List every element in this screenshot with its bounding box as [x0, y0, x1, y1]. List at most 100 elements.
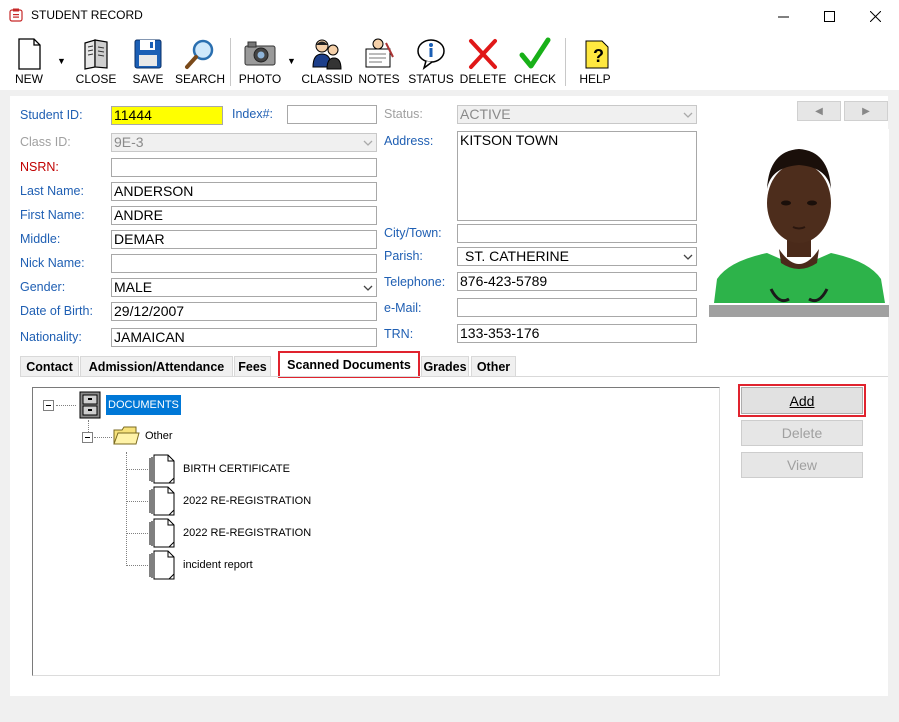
gender-select[interactable]: MALE	[111, 278, 377, 297]
title-bar: STUDENT RECORD	[0, 0, 899, 32]
camera-icon	[244, 41, 276, 66]
chevron-left-icon: ◀	[815, 105, 823, 117]
class-id-value: 9E-3	[114, 134, 144, 150]
dob-field[interactable]: 29/12/2007	[111, 302, 377, 321]
tab-other[interactable]: Other	[471, 356, 516, 376]
view-document-button[interactable]: View	[741, 452, 863, 478]
new-doc-icon	[18, 38, 41, 70]
tree-folder-other[interactable]: Other	[145, 430, 173, 442]
notes-button[interactable]: NOTES	[358, 32, 400, 90]
telephone-field[interactable]: 876-423-5789	[457, 272, 697, 291]
tab-admission-attendance[interactable]: Admission/Attendance	[80, 356, 233, 376]
student-photo	[709, 129, 889, 317]
close-book-icon	[84, 39, 108, 70]
parish-label: Parish:	[384, 249, 423, 263]
save-disk-icon	[134, 39, 162, 69]
check-button[interactable]: CHECK	[512, 32, 558, 90]
chevron-down-icon[interactable]	[360, 134, 376, 151]
city-field[interactable]	[457, 224, 697, 243]
tree-root-documents[interactable]: DOCUMENTS	[106, 395, 181, 415]
middle-name-label: Middle:	[20, 232, 61, 246]
address-label: Address:	[384, 134, 434, 148]
nationality-field[interactable]: JAMAICAN	[111, 328, 377, 347]
photo-dropdown-arrow[interactable]: ▼	[287, 56, 296, 66]
search-button[interactable]: SEARCH	[175, 32, 225, 90]
student-id-label: Student ID:	[20, 108, 83, 122]
status-value: ACTIVE	[460, 106, 511, 122]
nick-name-label: Nick Name:	[20, 256, 85, 270]
minimize-button[interactable]	[760, 0, 806, 32]
document-icon	[149, 454, 175, 484]
status-label: Status:	[384, 107, 423, 121]
last-name-field[interactable]: ANDERSON	[111, 182, 377, 201]
nick-name-field[interactable]	[111, 254, 377, 273]
app-icon	[9, 8, 23, 22]
chevron-down-icon[interactable]	[680, 248, 696, 265]
first-name-field[interactable]: ANDRE	[111, 206, 377, 225]
maximize-button[interactable]	[806, 0, 852, 32]
window-title: STUDENT RECORD	[31, 8, 143, 22]
collapse-root-toggle[interactable]	[43, 400, 54, 411]
status-select[interactable]: ACTIVE	[457, 105, 697, 124]
tab-grades[interactable]: Grades	[421, 356, 469, 376]
save-button[interactable]: SAVE	[128, 32, 168, 90]
document-icon	[149, 518, 175, 548]
trn-field[interactable]: 133-353-176	[457, 324, 697, 343]
student-id-field[interactable]: 11444	[111, 106, 223, 125]
email-field[interactable]	[457, 298, 697, 317]
index-field[interactable]	[287, 105, 377, 124]
delete-button[interactable]: DELETE	[460, 32, 506, 90]
gender-label: Gender:	[20, 280, 66, 294]
classid-people-icon	[312, 39, 342, 70]
gender-value: MALE	[114, 279, 153, 295]
tree-doc-item[interactable]: 2022 RE-REGISTRATION	[183, 527, 311, 539]
dob-label: Date of Birth:	[20, 304, 93, 318]
close-window-button[interactable]	[852, 0, 898, 32]
photo-button[interactable]: PHOTO	[237, 32, 283, 90]
chevron-down-icon[interactable]	[360, 279, 376, 296]
photo-prev-button[interactable]: ◀	[797, 101, 841, 121]
document-icon	[149, 550, 175, 580]
help-button[interactable]: ? HELP	[573, 32, 617, 90]
cabinet-icon	[79, 391, 101, 419]
notes-icon	[365, 38, 394, 68]
classid-button[interactable]: CLASSID	[301, 32, 353, 90]
tab-fees[interactable]: Fees	[234, 356, 271, 376]
tree-doc-item[interactable]: incident report	[183, 559, 253, 571]
chevron-down-icon[interactable]	[680, 106, 696, 123]
photo-next-button[interactable]: ▶	[844, 101, 888, 121]
tree-connector	[126, 469, 148, 470]
toolbar: NEW ▼ CLOSE SAVE SEARCH PHOTO ▼ CLASSID …	[0, 32, 899, 90]
tree-doc-item[interactable]: 2022 RE-REGISTRATION	[183, 495, 311, 507]
tab-scanned-documents[interactable]: Scanned Documents	[278, 351, 420, 378]
status-info-icon	[417, 39, 445, 70]
delete-document-button[interactable]: Delete	[741, 420, 863, 446]
toolbar-separator	[230, 38, 231, 86]
new-dropdown-arrow[interactable]: ▼	[57, 56, 66, 66]
collapse-folder-toggle[interactable]	[82, 432, 93, 443]
address-field[interactable]: KITSON TOWN	[457, 131, 697, 221]
index-label: Index#:	[232, 107, 274, 121]
new-button[interactable]: NEW	[10, 32, 48, 90]
add-button[interactable]: Add	[741, 387, 863, 414]
trn-label: TRN:	[384, 327, 414, 341]
class-id-select[interactable]: 9E-3	[111, 133, 377, 152]
help-question-icon: ?	[585, 40, 609, 69]
tree-doc-item[interactable]: BIRTH CERTIFICATE	[183, 463, 290, 475]
close-button[interactable]: CLOSE	[75, 32, 117, 90]
delete-x-icon	[469, 39, 497, 69]
search-magnifier-icon	[185, 39, 214, 69]
middle-name-field[interactable]: DEMAR	[111, 230, 377, 249]
tree-connector	[94, 437, 112, 438]
close-icon	[869, 10, 881, 22]
tree-connector	[126, 501, 148, 502]
status-button[interactable]: STATUS	[408, 32, 454, 90]
photo-navigation: ◀ ▶	[797, 101, 889, 121]
parish-select[interactable]: ST. CATHERINE	[457, 247, 697, 266]
class-id-label: Class ID:	[20, 135, 71, 149]
tree-connector	[126, 533, 148, 534]
tab-contact[interactable]: Contact	[20, 356, 79, 376]
first-name-label: First Name:	[20, 208, 85, 222]
nationality-label: Nationality:	[20, 330, 82, 344]
nsrn-field[interactable]	[111, 158, 377, 177]
